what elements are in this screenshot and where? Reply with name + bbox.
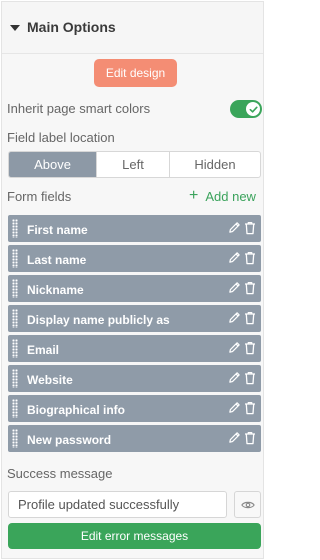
form-field-actions xyxy=(228,251,256,265)
form-field-item[interactable]: Email xyxy=(8,335,261,362)
check-icon xyxy=(246,102,260,116)
drag-handle-icon[interactable] xyxy=(12,249,18,268)
form-field-item[interactable]: Biographical info xyxy=(8,395,261,422)
form-field-actions xyxy=(228,371,256,385)
trash-icon[interactable] xyxy=(244,221,256,235)
pencil-icon[interactable] xyxy=(228,341,241,355)
form-fields-label: Form fields xyxy=(7,189,72,204)
trash-icon[interactable] xyxy=(244,371,256,385)
form-field-item[interactable]: Last name xyxy=(8,245,261,272)
form-field-label: First name xyxy=(27,223,88,237)
pencil-icon[interactable] xyxy=(228,431,241,445)
drag-handle-icon[interactable] xyxy=(12,279,18,298)
form-field-item[interactable]: New password xyxy=(8,425,261,452)
inherit-colors-toggle[interactable] xyxy=(230,100,262,118)
add-new-label: Add new xyxy=(205,188,256,204)
form-field-label: Display name publicly as xyxy=(27,313,170,327)
eye-icon[interactable] xyxy=(234,491,261,518)
form-field-label: Email xyxy=(27,343,60,357)
main-options-panel: Main Options Edit design Inherit page sm… xyxy=(1,1,264,559)
edit-design-button[interactable]: Edit design xyxy=(94,59,177,87)
trash-icon[interactable] xyxy=(244,401,256,415)
form-field-actions xyxy=(228,281,256,295)
success-message-label: Success message xyxy=(7,466,113,481)
inherit-colors-label: Inherit page smart colors xyxy=(7,101,151,116)
form-field-item[interactable]: First name xyxy=(8,215,261,242)
form-field-actions xyxy=(228,431,256,445)
label-location-above[interactable]: Above xyxy=(9,152,96,177)
trash-icon[interactable] xyxy=(244,431,256,445)
pencil-icon[interactable] xyxy=(228,311,241,325)
success-message-input[interactable] xyxy=(8,491,227,518)
form-field-label: New password xyxy=(27,433,112,447)
form-field-item[interactable]: Nickname xyxy=(8,275,261,302)
drag-handle-icon[interactable] xyxy=(12,339,18,358)
trash-icon[interactable] xyxy=(244,311,256,325)
pencil-icon[interactable] xyxy=(228,401,241,415)
form-field-actions xyxy=(228,221,256,235)
trash-icon[interactable] xyxy=(244,251,256,265)
edit-error-messages-button[interactable]: Edit error messages xyxy=(8,523,261,549)
add-new-field-button[interactable]: + Add new xyxy=(189,188,256,204)
drag-handle-icon[interactable] xyxy=(12,369,18,388)
pencil-icon[interactable] xyxy=(228,251,241,265)
label-location-hidden[interactable]: Hidden xyxy=(169,152,260,177)
panel-header[interactable]: Main Options xyxy=(2,2,263,54)
form-field-label: Website xyxy=(27,373,73,387)
form-field-label: Nickname xyxy=(27,283,84,297)
form-field-label: Biographical info xyxy=(27,403,126,417)
label-location-segmented-control: Above Left Hidden xyxy=(8,151,261,178)
label-location-label: Field label location xyxy=(7,130,115,145)
form-field-actions xyxy=(228,341,256,355)
caret-down-icon[interactable] xyxy=(10,25,20,31)
pencil-icon[interactable] xyxy=(228,371,241,385)
pencil-icon[interactable] xyxy=(228,221,241,235)
form-field-item[interactable]: Display name publicly as xyxy=(8,305,261,332)
pencil-icon[interactable] xyxy=(228,281,241,295)
drag-handle-icon[interactable] xyxy=(12,309,18,328)
label-location-left[interactable]: Left xyxy=(96,152,169,177)
drag-handle-icon[interactable] xyxy=(12,219,18,238)
drag-handle-icon[interactable] xyxy=(12,399,18,418)
drag-handle-icon[interactable] xyxy=(12,429,18,448)
form-field-item[interactable]: Website xyxy=(8,365,261,392)
trash-icon[interactable] xyxy=(244,341,256,355)
form-field-actions xyxy=(228,401,256,415)
trash-icon[interactable] xyxy=(244,281,256,295)
form-field-label: Last name xyxy=(27,253,87,267)
plus-icon: + xyxy=(189,187,199,204)
panel-title: Main Options xyxy=(27,19,116,35)
form-field-actions xyxy=(228,311,256,325)
